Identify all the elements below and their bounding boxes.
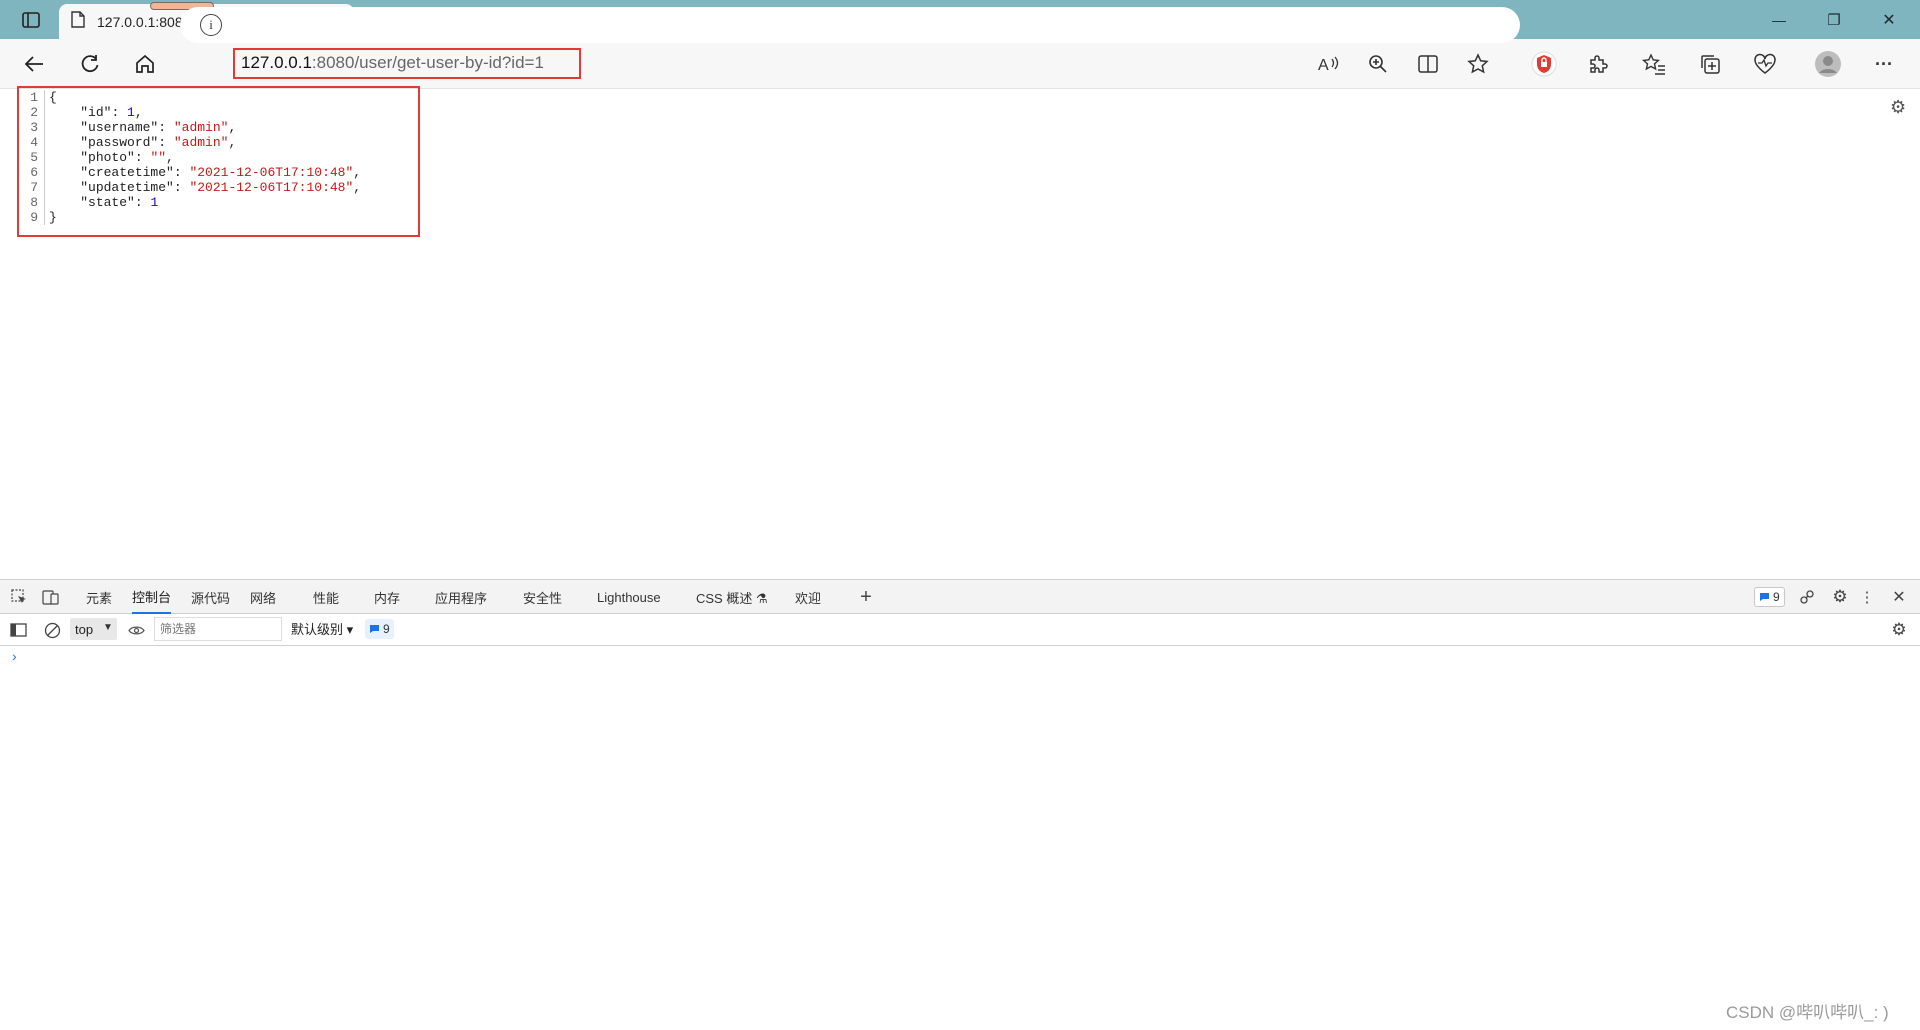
devtools-tab[interactable]: 安全性 xyxy=(523,580,562,614)
extensions-icon[interactable] xyxy=(1578,39,1618,89)
split-screen-icon[interactable] xyxy=(1408,39,1448,89)
devtools-tab[interactable]: 欢迎 xyxy=(795,580,821,614)
devtools-tab[interactable]: 元素 xyxy=(86,580,112,614)
chevron-down-icon: ▼ xyxy=(103,622,113,633)
shield-extension-icon[interactable] xyxy=(1524,39,1564,89)
console-output[interactable] xyxy=(0,647,1920,1030)
home-icon[interactable] xyxy=(125,39,165,89)
close-window-button[interactable]: ✕ xyxy=(1870,0,1908,39)
devtools-tab[interactable]: 性能 xyxy=(313,580,339,614)
level-issues-badge[interactable]: 9 xyxy=(365,619,394,639)
issues-count: 9 xyxy=(1773,590,1780,604)
devtools-tab[interactable]: 源代码 xyxy=(191,580,230,614)
device-toolbar-icon[interactable] xyxy=(40,580,62,614)
devtools-more-icon[interactable]: ⋮ xyxy=(1860,580,1875,614)
console-prompt[interactable]: › xyxy=(12,648,17,664)
watermark: CSDN @哔叭哔叭_: ) xyxy=(1726,1003,1889,1022)
back-icon[interactable] xyxy=(14,39,54,89)
collections-icon[interactable] xyxy=(1690,39,1730,89)
page-icon xyxy=(71,10,85,33)
console-sidebar-icon[interactable] xyxy=(7,614,29,646)
settings-icon[interactable]: ⚙ xyxy=(1890,97,1906,118)
context-value: top xyxy=(75,621,94,637)
devtools-tab[interactable]: 网络 xyxy=(250,580,276,614)
minimize-button[interactable]: — xyxy=(1760,0,1798,39)
favorite-icon[interactable] xyxy=(1458,39,1498,89)
devtools-close-icon[interactable]: ✕ xyxy=(1888,580,1910,614)
devtools-tab-bar xyxy=(0,579,1920,614)
live-expression-icon[interactable] xyxy=(126,614,146,646)
console-settings-icon[interactable]: ⚙ xyxy=(1888,614,1910,646)
customize-icon[interactable] xyxy=(1796,580,1818,614)
more-icon[interactable]: ··· xyxy=(1864,39,1904,89)
devtools-tab[interactable]: 控制台 xyxy=(132,580,172,614)
filter-input[interactable] xyxy=(154,617,282,641)
zoom-icon[interactable] xyxy=(1358,39,1398,89)
profile-icon[interactable] xyxy=(1808,39,1848,89)
devtools-tab[interactable]: 应用程序 xyxy=(435,580,487,614)
add-tab-button[interactable]: + xyxy=(856,580,876,614)
issues-badge[interactable]: 9 xyxy=(1754,587,1785,607)
performance-icon[interactable] xyxy=(1745,39,1785,89)
json-highlight-box xyxy=(17,86,420,237)
sidebar-icon[interactable] xyxy=(14,0,48,39)
level-issues-count: 9 xyxy=(383,622,390,636)
log-level-value: 默认级别 xyxy=(291,622,344,637)
restore-button[interactable]: ❐ xyxy=(1815,0,1853,39)
url-highlight-box xyxy=(233,48,581,79)
svg-text:A: A xyxy=(1318,57,1329,73)
address-bar[interactable] xyxy=(180,7,1520,43)
devtools-tab[interactable]: 内存 xyxy=(374,580,400,614)
read-aloud-icon[interactable]: A xyxy=(1308,39,1348,89)
clear-console-icon[interactable] xyxy=(41,614,63,646)
refresh-icon[interactable] xyxy=(70,39,110,89)
devtools-settings-icon[interactable]: ⚙ xyxy=(1829,580,1851,614)
log-level-select[interactable]: 默认级别 ▾ xyxy=(291,619,353,638)
site-info-icon[interactable]: i xyxy=(200,14,222,36)
devtools-tab[interactable]: Lighthouse xyxy=(597,580,661,614)
favorites-icon[interactable] xyxy=(1634,39,1674,89)
console-toolbar xyxy=(0,614,1920,646)
devtools-tab[interactable]: CSS 概述 ⚗ xyxy=(696,580,768,614)
inspect-element-icon[interactable] xyxy=(8,580,30,614)
